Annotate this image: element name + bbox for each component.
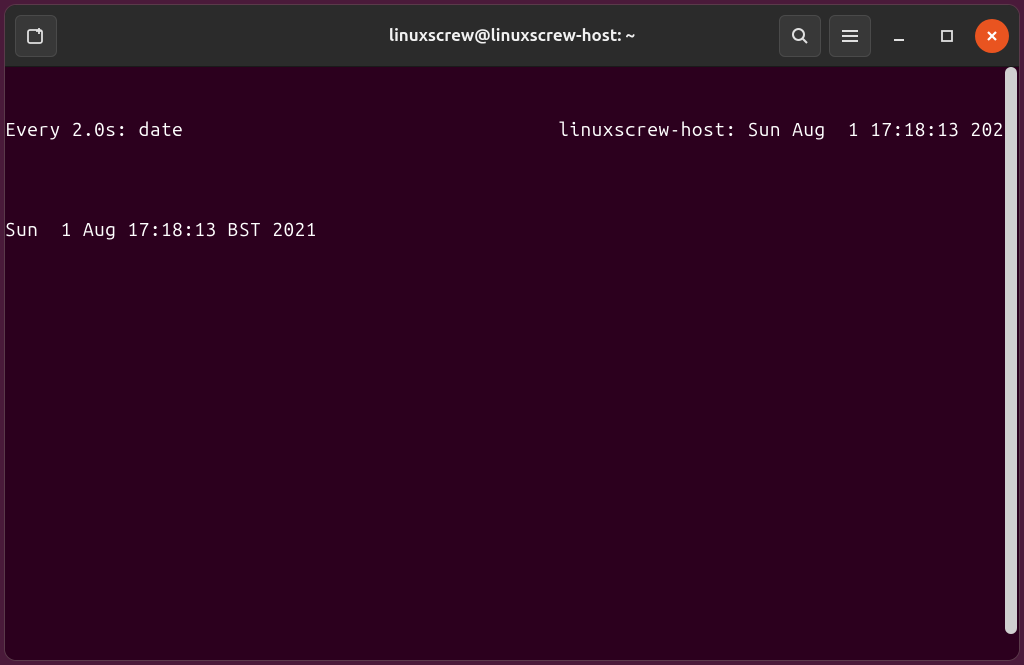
watch-status-line: Every 2.0s: date linuxscrew-host: Sun Au… bbox=[5, 117, 1019, 142]
new-tab-button[interactable] bbox=[15, 15, 57, 57]
maximize-icon bbox=[940, 29, 954, 43]
minimize-button[interactable] bbox=[879, 15, 919, 57]
window-titlebar: linuxscrew@linuxscrew-host: ~ bbox=[5, 5, 1019, 67]
new-tab-icon bbox=[26, 26, 46, 46]
terminal-viewport[interactable]: Every 2.0s: date linuxscrew-host: Sun Au… bbox=[5, 67, 1019, 660]
watch-host-timestamp: linuxscrew-host: Sun Aug 1 17:18:13 2021 bbox=[558, 117, 1015, 142]
close-button[interactable] bbox=[975, 19, 1009, 53]
terminal-window: linuxscrew@linuxscrew-host: ~ bbox=[4, 4, 1020, 661]
menu-button[interactable] bbox=[829, 15, 871, 57]
search-icon bbox=[791, 27, 809, 45]
watch-interval-command: Every 2.0s: date bbox=[5, 117, 183, 142]
hamburger-icon bbox=[841, 29, 859, 43]
maximize-button[interactable] bbox=[927, 15, 967, 57]
close-icon bbox=[985, 29, 999, 43]
search-button[interactable] bbox=[779, 15, 821, 57]
terminal-scrollbar[interactable] bbox=[1005, 67, 1017, 634]
command-output: Sun 1 Aug 17:18:13 BST 2021 bbox=[5, 217, 1019, 242]
minimize-icon bbox=[892, 29, 906, 43]
window-title: linuxscrew@linuxscrew-host: ~ bbox=[389, 26, 635, 45]
